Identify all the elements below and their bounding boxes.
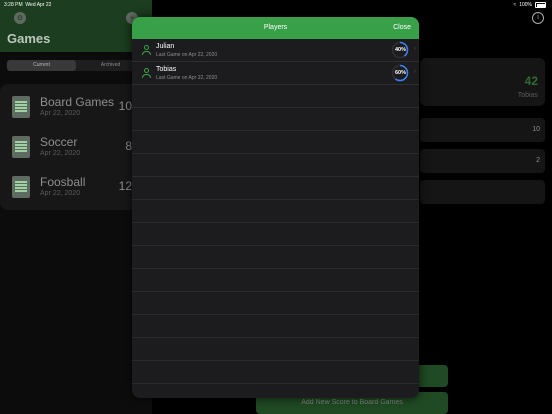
game-name: Soccer [40, 135, 78, 149]
chevron-right-icon: › [413, 45, 416, 52]
score-row[interactable]: 2 [420, 149, 545, 173]
player-name: Julian [156, 43, 175, 50]
player-percent: 40% [394, 47, 406, 53]
game-list: Board Games Apr 22, 2020 10 Soccer Apr 2… [0, 84, 152, 210]
game-date: Apr 22, 2020 [40, 190, 81, 197]
player-name: Tobias [156, 66, 177, 73]
person-icon [141, 45, 151, 55]
battery-icon [535, 2, 546, 8]
scoreboard-icon [12, 176, 30, 198]
player-last-game: Last Game on Apr 22, 2020 [156, 75, 218, 81]
game-count: 8 [125, 139, 132, 153]
players-modal: Players Close Julian Last Game on Apr 22… [132, 17, 419, 398]
leader-name: Tobias [517, 92, 538, 99]
page-title: Games [7, 31, 51, 46]
segment-current[interactable]: Current [7, 60, 76, 71]
empty-row [132, 177, 419, 200]
score-row[interactable]: 10 [420, 118, 545, 142]
game-name: Board Games [40, 95, 115, 109]
modal-title: Players [263, 24, 288, 31]
empty-row [132, 200, 419, 223]
wifi-icon: ≈ [513, 2, 517, 8]
battery-label: 100% [519, 2, 532, 8]
info-icon[interactable]: i [532, 12, 544, 24]
leader-score: 42 [524, 74, 538, 88]
empty-row [132, 223, 419, 246]
person-icon [141, 68, 151, 78]
sidebar: ⚙ + Games Current Archived Board Games A… [0, 0, 152, 414]
player-last-game: Last Game on Apr 22, 2020 [156, 52, 218, 58]
game-date: Apr 22, 2020 [40, 110, 81, 117]
score-row-value: 2 [536, 157, 540, 164]
empty-row [132, 154, 419, 177]
empty-row [132, 384, 419, 398]
player-row[interactable]: Tobias Last Game on Apr 22, 2020 60% › [132, 62, 419, 85]
status-right: ≈ 100% [513, 2, 546, 8]
score-row-value: 10 [532, 126, 540, 133]
modal-header: Players Close [132, 17, 419, 39]
empty-row [132, 131, 419, 154]
game-item[interactable]: Foosball Apr 22, 2020 12 [0, 164, 152, 204]
empty-row [132, 292, 419, 315]
chevron-right-icon: › [413, 68, 416, 75]
empty-row [132, 361, 419, 384]
score-row[interactable] [420, 180, 545, 204]
status-time: 3:28 PM Wed Apr 22 [4, 2, 52, 8]
game-date: Apr 22, 2020 [40, 150, 81, 157]
game-item[interactable]: Board Games Apr 22, 2020 10 [0, 84, 152, 124]
empty-row [132, 269, 419, 292]
leader-card: 42 Tobias [420, 58, 545, 106]
empty-row [132, 108, 419, 131]
empty-row [132, 315, 419, 338]
player-row[interactable]: Julian Last Game on Apr 22, 2020 40% › [132, 39, 419, 62]
close-button[interactable]: Close [393, 24, 411, 31]
scoreboard-icon [12, 96, 30, 118]
game-name: Foosball [40, 175, 86, 189]
empty-row [132, 85, 419, 108]
scoreboard-icon [12, 136, 30, 158]
empty-rows [132, 85, 419, 398]
status-bar: 3:28 PM Wed Apr 22 ≈ 100% [0, 0, 552, 10]
segment-control: Current Archived [7, 60, 145, 71]
game-count: 12 [118, 179, 132, 193]
game-count: 10 [118, 99, 132, 113]
empty-row [132, 338, 419, 361]
game-item[interactable]: Soccer Apr 22, 2020 8 [0, 124, 152, 164]
player-percent: 60% [394, 70, 406, 76]
settings-icon[interactable]: ⚙ [14, 12, 26, 24]
empty-row [132, 246, 419, 269]
